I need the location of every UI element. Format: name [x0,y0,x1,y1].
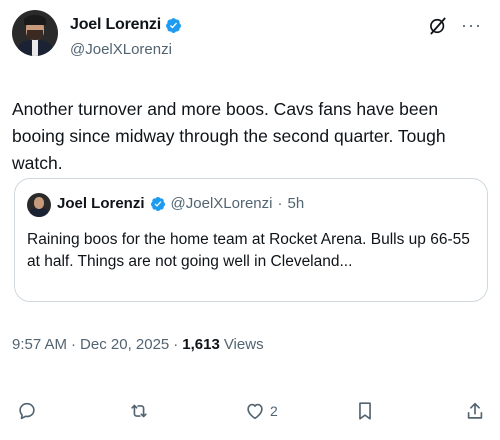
author-name[interactable]: Joel Lorenzi [70,16,161,34]
avatar[interactable] [12,10,58,56]
action-bar: 2 [0,396,500,430]
verified-badge-icon [150,196,165,211]
quote-text: Raining boos for the home team at Rocket… [27,231,470,270]
quote-separator: · [277,195,283,212]
verified-badge-icon [166,17,181,33]
more-icon[interactable]: ··· [461,16,482,34]
bookmark-icon [359,402,371,420]
grok-icon[interactable] [428,16,448,36]
quote-timestamp: 5h [287,195,305,212]
reply-icon [19,402,35,420]
share-button[interactable] [464,400,486,422]
tweet-date[interactable]: Dec 20, 2025 [80,336,169,353]
tweet-header: Joel Lorenzi @JoelXLorenzi ··· [12,10,488,72]
views-count: 1,613 [182,336,220,353]
tweet-meta: 9:57 AM · Dec 20, 2025 · 1,613 Views [12,336,264,353]
views-label: Views [223,336,264,353]
tweet-text: Another turnover and more boos. Cavs fan… [12,99,446,173]
repost-button[interactable] [128,400,154,422]
quote-author-handle: @JoelXLorenzi [170,195,273,212]
heart-icon [247,403,263,420]
like-button[interactable]: 2 [244,400,278,422]
tweet-time[interactable]: 9:57 AM [12,336,67,353]
reply-button[interactable] [16,400,42,422]
quote-avatar [27,193,51,217]
like-count: 2 [270,403,278,419]
repost-icon [131,404,147,418]
quote-author-name: Joel Lorenzi [57,195,145,212]
meta-separator: · [173,336,179,353]
quoted-tweet[interactable]: Joel Lorenzi @JoelXLorenzi · 5h Raining … [14,178,488,302]
author-name-row: Joel Lorenzi [70,16,182,34]
share-icon [467,402,483,419]
quote-header: Joel Lorenzi @JoelXLorenzi · 5h [57,195,304,212]
bookmark-button[interactable] [354,400,376,422]
meta-separator: · [71,336,77,353]
author-handle[interactable]: @JoelXLorenzi [70,41,172,58]
